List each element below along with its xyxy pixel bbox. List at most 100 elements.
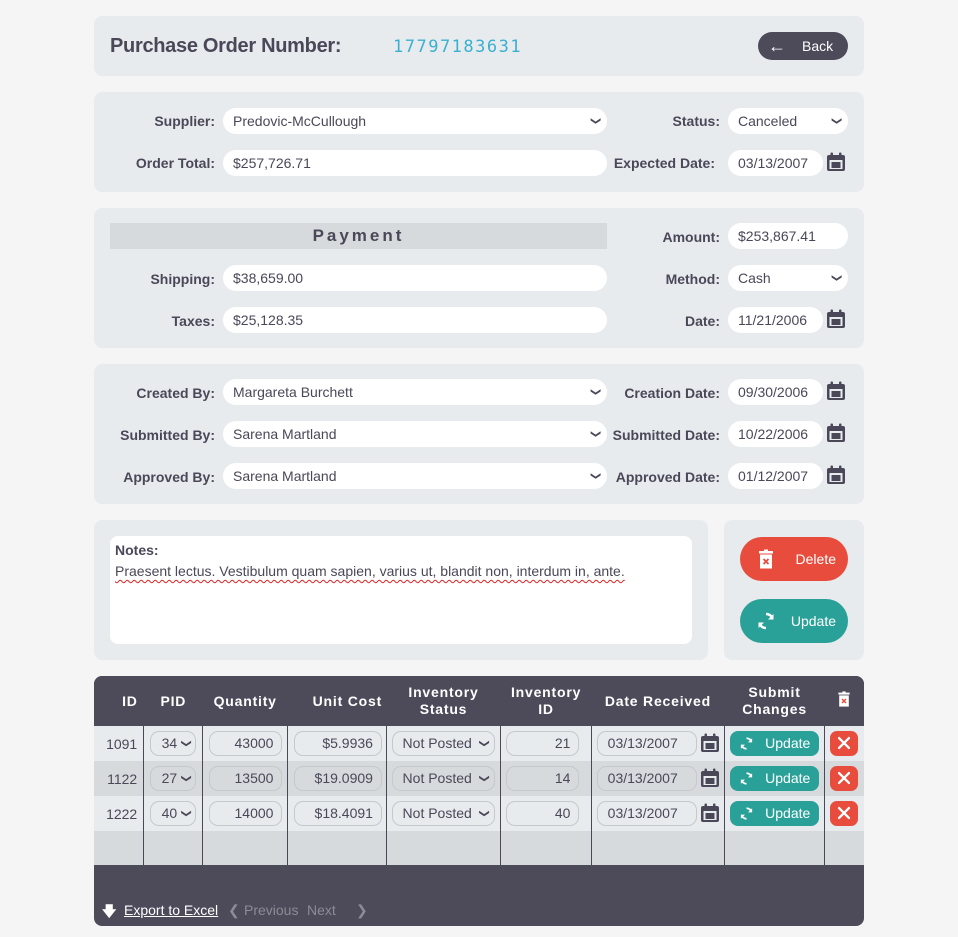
unit-cost-cell: $19.0909 xyxy=(286,761,387,796)
row-delete-button[interactable] xyxy=(829,731,858,756)
method-select[interactable]: Cash ❯ xyxy=(728,265,848,291)
notes-textarea[interactable]: Notes: Praesent lectus. Vestibulum quam … xyxy=(110,536,692,644)
row-delete-button[interactable] xyxy=(829,766,858,791)
pid-select[interactable]: 27 ❯ xyxy=(150,766,197,791)
table-row: 1091 34 ❯ 43000 $5.9936 Not Posted ❯ 21 03/13/20… xyxy=(94,726,864,761)
calendar-icon[interactable] xyxy=(700,803,720,823)
back-button-label: Back xyxy=(802,38,834,54)
inventory-id-input[interactable]: 40 xyxy=(506,801,580,826)
notes-text: Praesent lectus. Vestibulum quam sapien,… xyxy=(115,563,625,579)
inventory-status-cell: Not Posted ❯ xyxy=(385,726,501,761)
column-header-inventory-id[interactable]: Inventory ID xyxy=(500,676,592,726)
delete-button[interactable]: Delete xyxy=(740,537,848,581)
expected-date-label: Expected Date: xyxy=(613,155,715,171)
previous-button[interactable]: Previous xyxy=(244,902,298,918)
column-header-pid[interactable]: PID xyxy=(143,676,203,726)
column-header-date-received[interactable]: Date Received xyxy=(591,676,725,726)
inventory-status-select[interactable]: Not Posted ❯ xyxy=(391,731,495,756)
order-total-label: Order Total: xyxy=(135,155,215,171)
status-select[interactable]: Canceled ❯ xyxy=(728,108,848,134)
inventory-status-value: Not Posted xyxy=(402,770,472,786)
header-panel: Purchase Order Number: 17797183631 ← Bac… xyxy=(94,16,864,76)
approved-date-field[interactable]: 01/12/2007 xyxy=(728,463,823,489)
delete-button-label: Delete xyxy=(795,551,836,567)
column-header-unit-cost[interactable]: Unit Cost xyxy=(287,676,387,726)
inventory-status-value: Not Posted xyxy=(402,805,472,821)
submitted-by-select[interactable]: Sarena Martland ❯ xyxy=(223,421,607,447)
calendar-icon[interactable] xyxy=(826,152,846,172)
export-to-excel-link[interactable]: Export to Excel xyxy=(124,902,218,918)
submit-cell: Update xyxy=(724,761,825,796)
empty-cell xyxy=(590,831,725,865)
sync-icon xyxy=(739,806,754,821)
expected-date-field[interactable]: 03/13/2007 xyxy=(728,150,823,176)
calendar-icon[interactable] xyxy=(826,309,846,329)
close-icon xyxy=(835,769,853,787)
row-update-button[interactable]: Update xyxy=(730,731,820,756)
shipping-field[interactable]: $38,659.00 xyxy=(223,265,607,291)
submit-cell: Update xyxy=(724,726,825,761)
chevron-down-icon: ❯ xyxy=(180,774,192,783)
id-cell: 1122 xyxy=(94,761,144,796)
unit-cost-input[interactable]: $18.4091 xyxy=(293,801,382,826)
submitted-date-field[interactable]: 10/22/2006 xyxy=(728,421,823,447)
column-header-quantity[interactable]: Quantity xyxy=(202,676,288,726)
id-cell: 1091 xyxy=(94,726,144,761)
amount-field[interactable]: $253,867.41 xyxy=(728,223,848,249)
payment-date-field[interactable]: 11/21/2006 xyxy=(728,307,823,333)
calendar-icon[interactable] xyxy=(700,733,720,753)
inventory-status-select[interactable]: Not Posted ❯ xyxy=(391,766,495,791)
quantity-cell: 43000 xyxy=(202,726,288,761)
calendar-icon[interactable] xyxy=(700,768,720,788)
calendar-icon[interactable] xyxy=(826,423,846,443)
creation-date-label: Creation Date: xyxy=(624,385,720,401)
calendar-icon[interactable] xyxy=(826,381,846,401)
creation-date-field[interactable]: 09/30/2006 xyxy=(728,379,823,405)
pid-cell: 27 ❯ xyxy=(143,761,203,796)
supplier-select[interactable]: Predovic-McCullough ❯ xyxy=(223,108,607,134)
row-update-button[interactable]: Update xyxy=(730,801,820,826)
calendar-icon[interactable] xyxy=(826,465,846,485)
close-icon xyxy=(835,804,853,822)
chevron-down-icon: ❯ xyxy=(180,739,192,748)
row-delete-button[interactable] xyxy=(829,801,858,826)
update-button[interactable]: Update xyxy=(740,599,848,643)
date-received-cell: 03/13/2007 xyxy=(590,761,725,796)
update-button-label: Update xyxy=(790,613,836,629)
quantity-input[interactable]: 43000 xyxy=(209,731,283,756)
order-total-field[interactable]: $257,726.71 xyxy=(223,150,607,176)
empty-cell xyxy=(286,831,387,865)
empty-cell xyxy=(202,831,288,865)
quantity-input[interactable]: 14000 xyxy=(209,801,283,826)
date-received-input[interactable]: 03/13/2007 xyxy=(596,766,697,791)
inventory-status-cell: Not Posted ❯ xyxy=(385,761,501,796)
inventory-id-cell: 40 xyxy=(500,796,592,831)
quantity-input[interactable]: 13500 xyxy=(209,766,283,791)
pid-select[interactable]: 40 ❯ xyxy=(150,801,197,826)
delete-cell xyxy=(823,796,864,831)
taxes-field[interactable]: $25,128.35 xyxy=(223,307,607,333)
pid-select[interactable]: 34 ❯ xyxy=(150,731,197,756)
inventory-id-input[interactable]: 21 xyxy=(506,731,580,756)
column-header-inventory-status[interactable]: Inventory Status xyxy=(386,676,501,726)
method-label: Method: xyxy=(665,271,720,287)
date-received-input[interactable]: 03/13/2007 xyxy=(596,801,697,826)
chevron-down-icon: ❯ xyxy=(478,739,490,748)
column-header-id[interactable]: ID xyxy=(94,676,144,726)
next-button[interactable]: Next xyxy=(307,902,336,918)
created-by-label: Created By: xyxy=(136,385,215,401)
column-header-submit-changes[interactable]: Submit Changes xyxy=(724,676,825,726)
inventory-id-input[interactable]: 14 xyxy=(506,766,580,791)
empty-cell xyxy=(385,831,501,865)
unit-cost-input[interactable]: $19.0909 xyxy=(293,766,382,791)
taxes-label: Taxes: xyxy=(171,313,215,329)
date-received-input[interactable]: 03/13/2007 xyxy=(596,731,697,756)
approved-by-select[interactable]: Sarena Martland ❯ xyxy=(223,463,607,489)
created-by-select[interactable]: Margareta Burchett ❯ xyxy=(223,379,607,405)
arrow-left-icon: ← xyxy=(768,36,786,56)
back-button[interactable]: ← Back xyxy=(758,32,848,60)
inventory-status-select[interactable]: Not Posted ❯ xyxy=(391,801,495,826)
empty-cell xyxy=(143,831,203,865)
row-update-button[interactable]: Update xyxy=(730,766,820,791)
unit-cost-input[interactable]: $5.9936 xyxy=(293,731,382,756)
